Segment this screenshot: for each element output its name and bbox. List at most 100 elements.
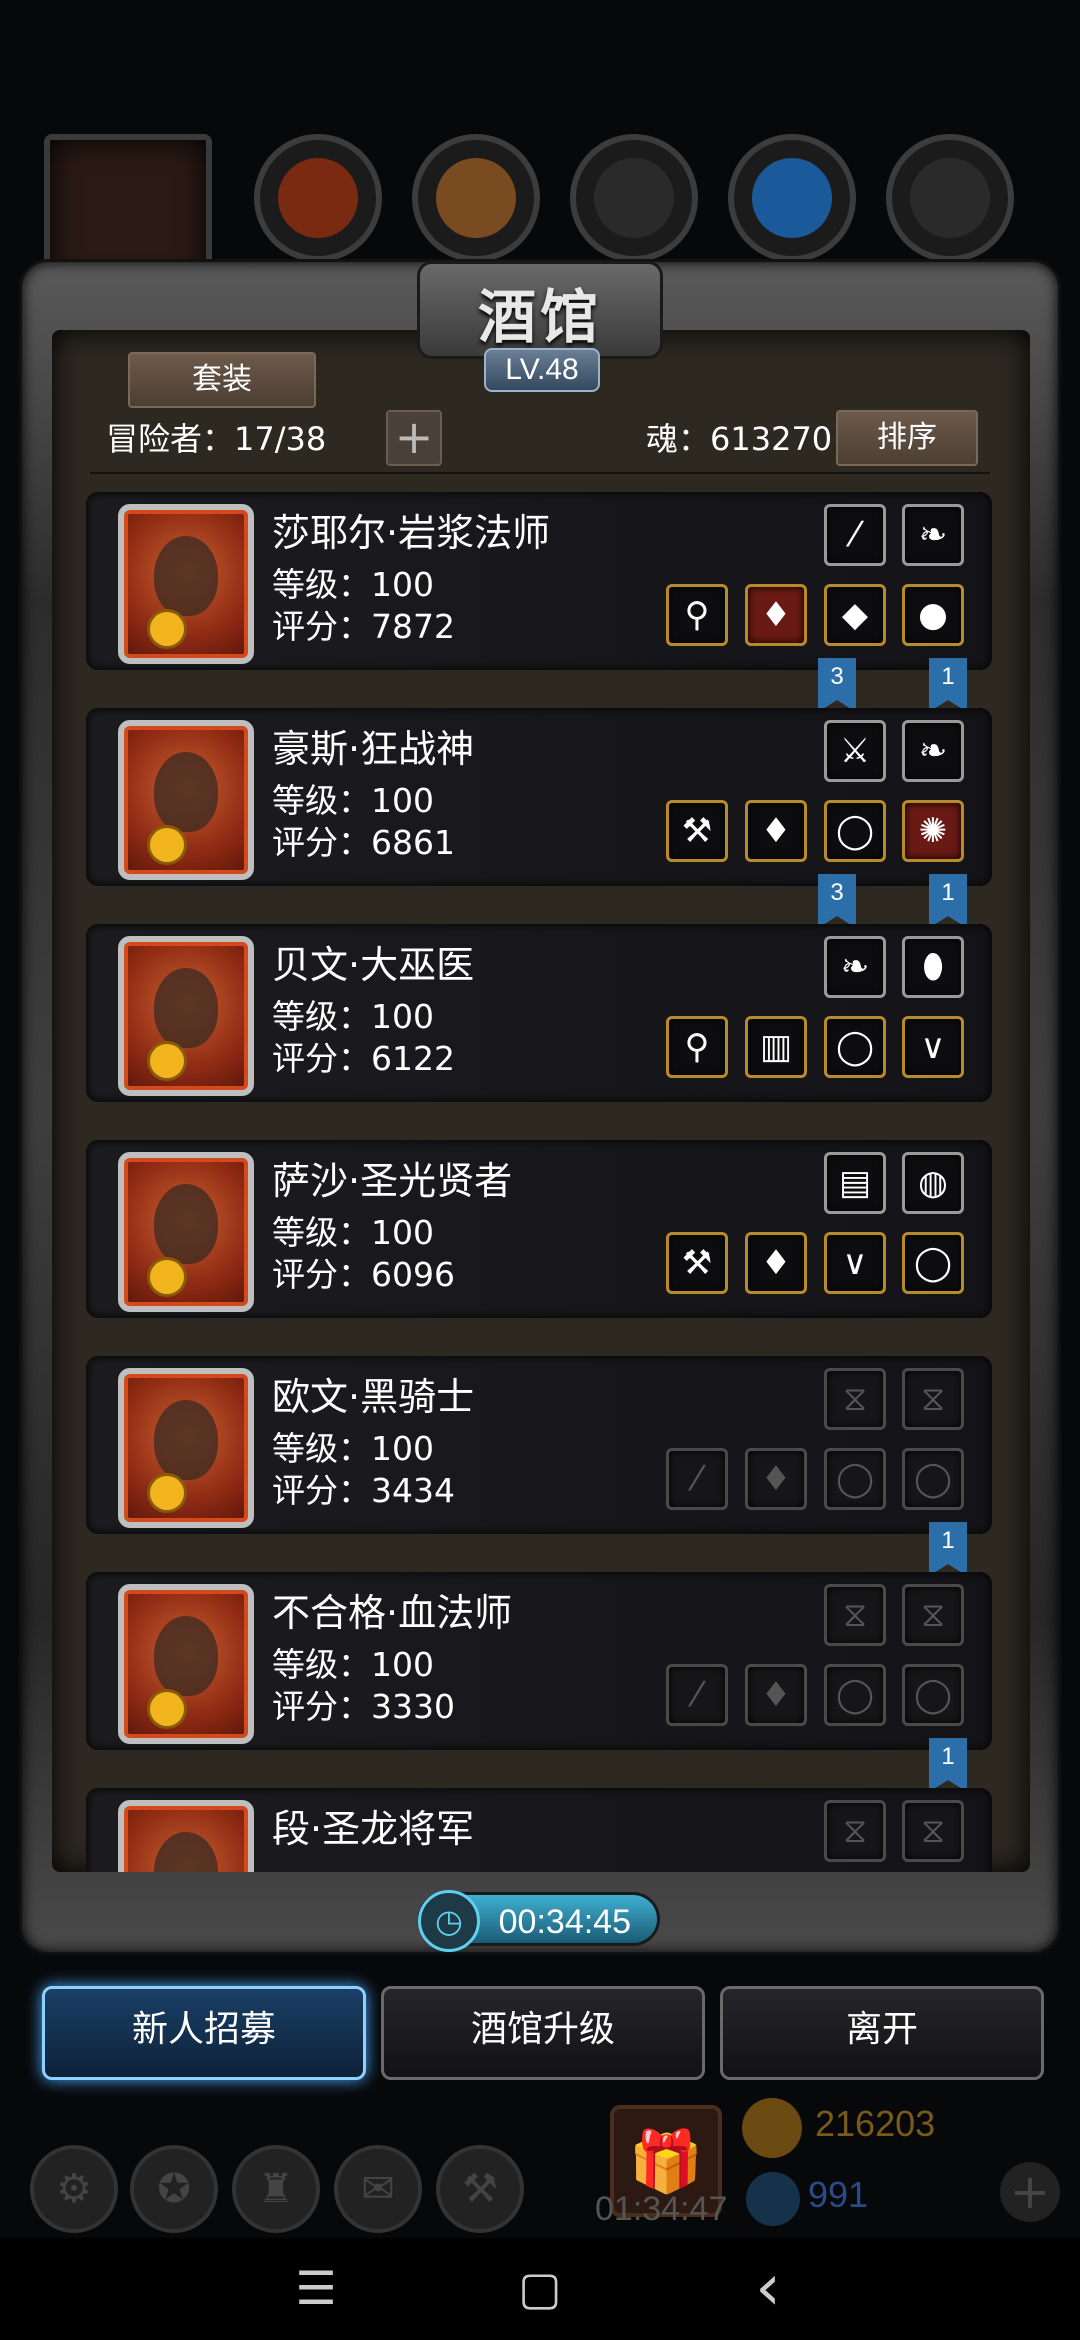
hero-portrait[interactable]	[118, 1368, 254, 1528]
tavern-level-badge: LV.48	[484, 348, 600, 392]
moon-badge-icon	[150, 828, 184, 862]
recruit-button[interactable]: 新人招募	[42, 1986, 366, 2080]
upgrade-tavern-button[interactable]: 酒馆升级	[381, 1986, 705, 2080]
forge-icon[interactable]: ⚒	[436, 2145, 524, 2233]
hero-list[interactable]: 莎耶尔·岩浆法师 等级：100 评分：7872 ⁄ ❧ ⚲ ♦ ◆ ● 3 1 豪斯·狂战神 等级：10…	[86, 492, 992, 1872]
hammer-icon[interactable]: ⚒	[666, 1232, 728, 1294]
staff-slot-icon[interactable]: ⁄	[666, 1664, 728, 1726]
sapphire-ring-icon[interactable]: ◯	[824, 1016, 886, 1078]
wing-icon[interactable]: ❧	[902, 720, 964, 782]
suit-button[interactable]: 套装	[128, 352, 316, 408]
hero-level: 等级：100	[272, 1645, 434, 1684]
crystal-icon[interactable]: ⬮	[902, 936, 964, 998]
empty-slot-icon[interactable]: ⧖	[902, 1368, 964, 1430]
hero-face	[154, 752, 218, 832]
add-slot-button[interactable]: +	[386, 410, 442, 466]
cloak-icon[interactable]: ▥	[745, 1016, 807, 1078]
hero-score: 评分：6096	[272, 1255, 455, 1294]
clock-icon: ◷	[418, 1890, 480, 1952]
hero-portrait[interactable]	[118, 720, 254, 880]
empty-slot-icon[interactable]: ⧖	[824, 1800, 886, 1862]
ring-slot-icon[interactable]: ◯	[824, 1664, 886, 1726]
quest-icon[interactable]: ✪	[130, 2145, 218, 2233]
gift-timer: 01:34:47	[595, 2190, 728, 2228]
hero-level: 等级：100	[272, 1213, 434, 1252]
upgrade-flag: 3	[818, 658, 856, 712]
upgrade-flag: 1	[929, 658, 967, 712]
sort-button[interactable]: 排序	[836, 410, 978, 466]
upgrade-flag: 1	[929, 1522, 967, 1576]
hero-card[interactable]: 萨沙·圣光贤者 等级：100 评分：6096 ▤ ◍ ⚒ ♦ ∨ ◯	[86, 1140, 992, 1318]
soul-count: 魂：613270	[646, 420, 833, 458]
adventurer-count: 冒险者：17/38	[106, 420, 327, 458]
tavern-title: 酒馆	[477, 283, 602, 351]
hero-face	[154, 536, 218, 616]
hero-card[interactable]: 不合格·血法师 等级：100 评分：3330 ⧖ ⧖ ⁄ ♦ ◯ ◯	[86, 1572, 992, 1750]
hero-level: 等级：100	[272, 781, 434, 820]
hero-card[interactable]: 莎耶尔·岩浆法师 等级：100 评分：7872 ⁄ ❧ ⚲ ♦ ◆ ●	[86, 492, 992, 670]
robe-armor-icon[interactable]: ♦	[745, 584, 807, 646]
ring-slot-icon[interactable]: ◯	[902, 1664, 964, 1726]
hero-icon[interactable]: ♜	[232, 2145, 320, 2233]
sword-slot-icon[interactable]: ⁄	[666, 1448, 728, 1510]
axe-icon[interactable]: ⚒	[666, 800, 728, 862]
hero-portrait[interactable]	[118, 1800, 254, 1872]
hero-card[interactable]: 豪斯·狂战神 等级：100 评分：6861 ⚔ ❧ ⚒ ♦ ◯ ✺	[86, 708, 992, 886]
upgrade-flag: 1	[929, 1738, 967, 1792]
hero-name: 欧文·黑骑士	[272, 1375, 475, 1419]
empty-slot-icon[interactable]: ⧖	[824, 1368, 886, 1430]
scepter-icon[interactable]: ⚲	[666, 584, 728, 646]
empty-slot-icon[interactable]: ⧖	[824, 1584, 886, 1646]
moon-badge-icon	[150, 1692, 184, 1726]
moon-badge-icon	[150, 612, 184, 646]
ring-slot-icon[interactable]: ◯	[902, 1448, 964, 1510]
bone-staff-icon[interactable]: ⁄	[824, 504, 886, 566]
hero-card[interactable]: 贝文·大巫医 等级：100 评分：6122 ❧ ⬮ ⚲ ▥ ◯ ∨	[86, 924, 992, 1102]
gold-ring-icon[interactable]: ◯	[824, 800, 886, 862]
helmet-icon[interactable]: ⚔	[824, 720, 886, 782]
wing-icon[interactable]: ❧	[902, 504, 964, 566]
emerald-ring-icon[interactable]: ◆	[824, 584, 886, 646]
pendant-icon[interactable]: ∨	[824, 1232, 886, 1294]
mace-icon[interactable]: ⚲	[666, 1016, 728, 1078]
hero-portrait[interactable]	[118, 1584, 254, 1744]
home-icon[interactable]: ▢	[500, 2248, 580, 2328]
armor-slot-icon[interactable]: ♦	[745, 1664, 807, 1726]
resource-orb-icon	[728, 134, 856, 262]
gold-amount: 216203	[815, 2103, 936, 2144]
spellbook-icon[interactable]: ▤	[824, 1152, 886, 1214]
resource-orb-icon	[412, 134, 540, 262]
hero-card[interactable]: 段·圣龙将军 ⧖ ⧖	[86, 1788, 992, 1872]
settings-icon[interactable]: ⚙	[30, 2145, 118, 2233]
hero-portrait[interactable]	[118, 1152, 254, 1312]
leave-button[interactable]: 离开	[720, 1986, 1044, 2080]
demon-armor-icon[interactable]: ♦	[745, 800, 807, 862]
empty-slot-icon[interactable]: ⧖	[902, 1584, 964, 1646]
back-icon[interactable]: ‹	[728, 2248, 808, 2328]
hero-face	[154, 1184, 218, 1264]
amulet-icon[interactable]: ✺	[902, 800, 964, 862]
hero-name: 莎耶尔·岩浆法师	[272, 511, 551, 555]
shell-icon[interactable]: ◍	[902, 1152, 964, 1214]
hero-score: 评分：3330	[272, 1687, 455, 1726]
empty-slot-icon[interactable]: ⧖	[902, 1800, 964, 1862]
feather-icon[interactable]: ❧	[824, 936, 886, 998]
hero-level: 等级：100	[272, 997, 434, 1036]
hero-level: 等级：100	[272, 565, 434, 604]
hero-name: 段·圣龙将军	[272, 1807, 475, 1851]
hero-card[interactable]: 欧文·黑骑士 等级：100 评分：3434 ⧖ ⧖ ⁄ ♦ ◯ ◯	[86, 1356, 992, 1534]
armor-slot-icon[interactable]: ♦	[745, 1448, 807, 1510]
orb-icon[interactable]: ●	[902, 584, 964, 646]
moon-badge-icon	[150, 1476, 184, 1510]
violet-ring-icon[interactable]: ◯	[902, 1232, 964, 1294]
resource-orb-icon	[886, 134, 1014, 262]
mail-icon[interactable]: ✉	[334, 2145, 422, 2233]
necklace-icon[interactable]: ∨	[902, 1016, 964, 1078]
ring-slot-icon[interactable]: ◯	[824, 1448, 886, 1510]
dark-robe-icon[interactable]: ♦	[745, 1232, 807, 1294]
add-currency-button[interactable]: +	[1000, 2162, 1060, 2222]
menu-icon[interactable]: ☰	[276, 2248, 356, 2328]
hero-face	[154, 1616, 218, 1696]
hero-portrait[interactable]	[118, 936, 254, 1096]
hero-portrait[interactable]	[118, 504, 254, 664]
